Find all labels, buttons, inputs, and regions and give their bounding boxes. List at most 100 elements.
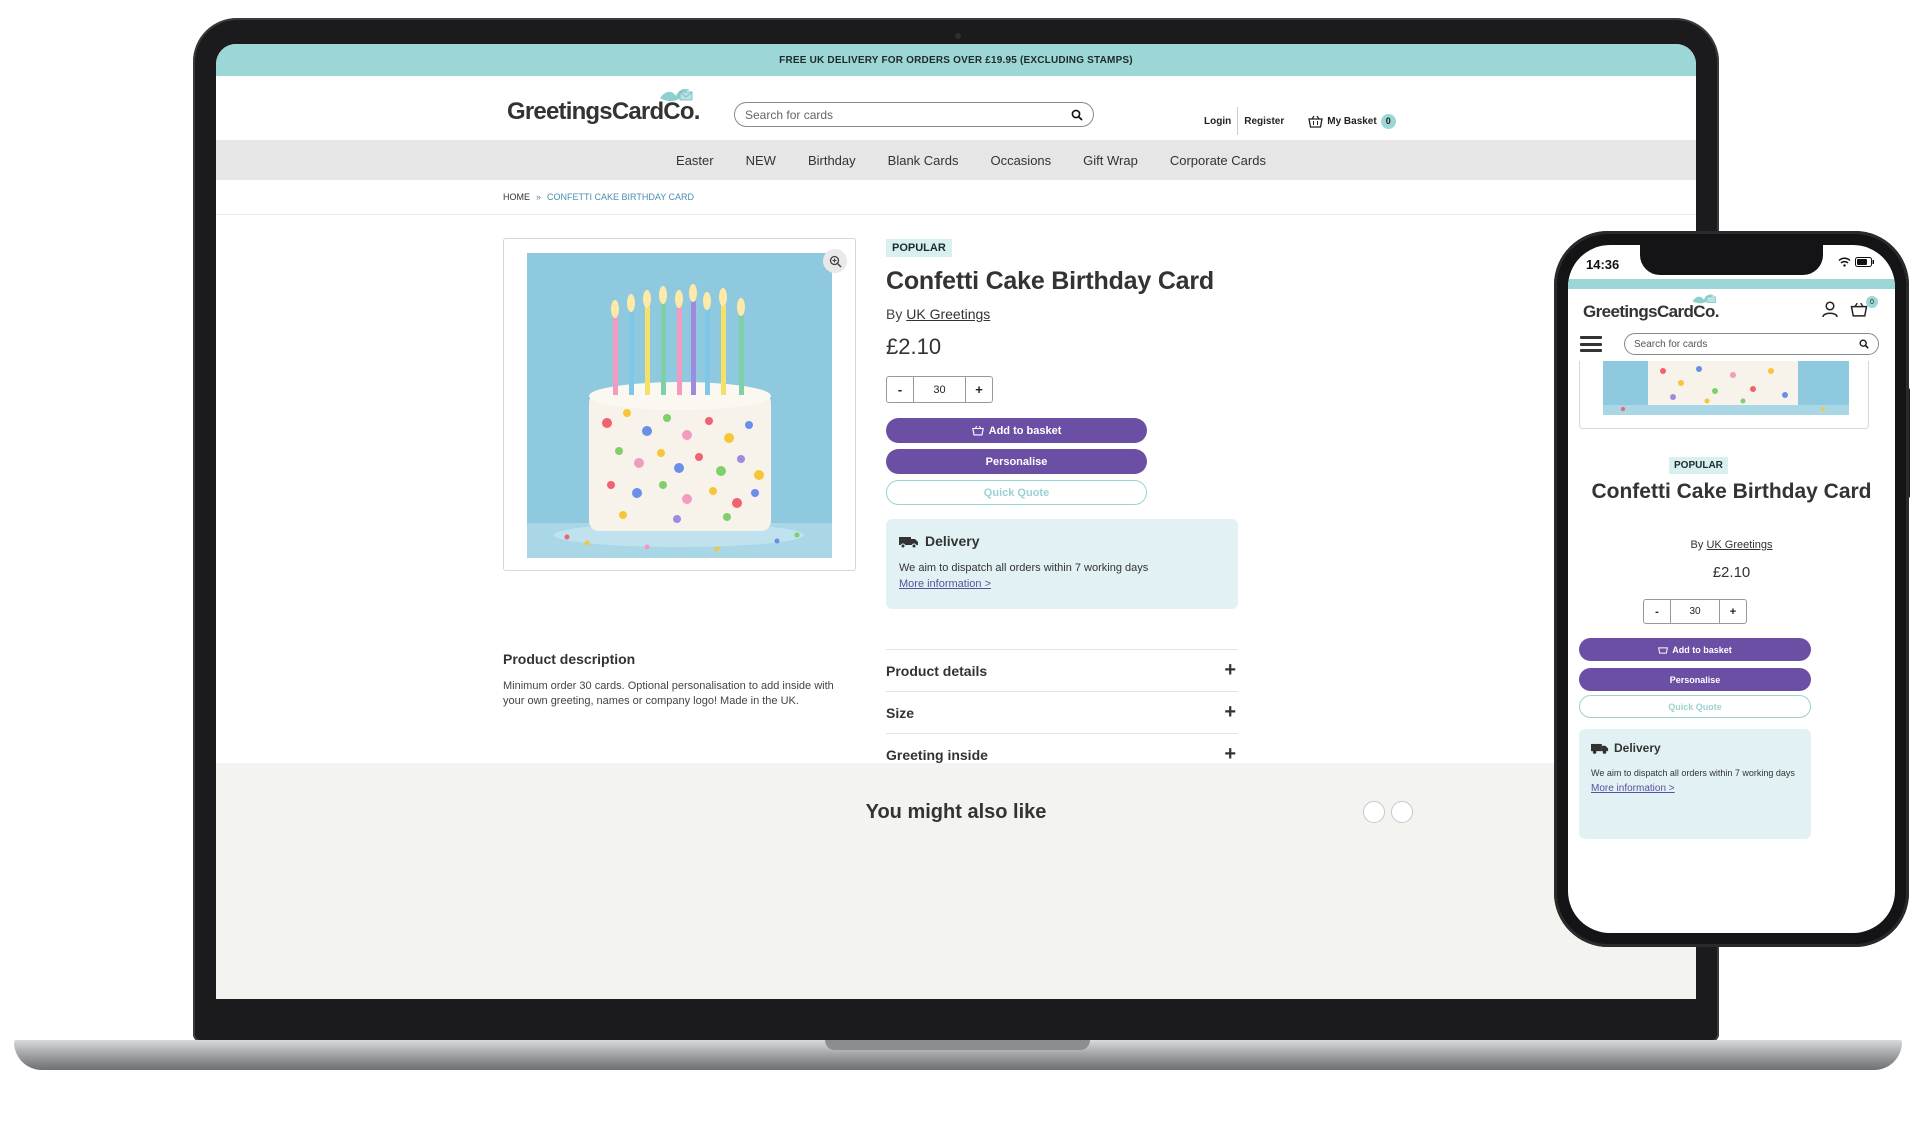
product-image[interactable]: [527, 253, 832, 558]
product-brand-line: By UK Greetings: [886, 306, 1238, 322]
by-prefix: By: [886, 306, 903, 322]
add-to-basket-label: Add to basket: [1672, 644, 1732, 655]
search-input[interactable]: Search for cards: [734, 102, 1094, 127]
nav-item-gift-wrap[interactable]: Gift Wrap: [1083, 153, 1138, 168]
basket-icon: [1850, 302, 1868, 317]
product-title: Confetti Cake Birthday Card: [1591, 480, 1872, 503]
site-header: GreetingsCardCo. Search for cards Login …: [216, 76, 1696, 140]
user-icon[interactable]: [1822, 301, 1838, 318]
basket-link[interactable]: My Basket 0: [1308, 113, 1396, 129]
basket-label: My Basket: [1327, 115, 1377, 127]
expand-icon: +: [1224, 701, 1236, 723]
promo-bar: FREE UK DELIVERY FOR ORDERS OVER £19.95 …: [216, 44, 1696, 76]
main-nav: Easter NEW Birthday Blank Cards Occasion…: [216, 140, 1696, 180]
battery-icon: [1855, 257, 1874, 267]
menu-icon[interactable]: [1580, 336, 1602, 352]
accordion-size[interactable]: Size +: [886, 692, 1238, 734]
truck-icon: [1591, 743, 1609, 754]
quick-quote-button[interactable]: Quick Quote: [886, 480, 1147, 505]
accordion-label: Product details: [886, 662, 988, 679]
mobile-product-image[interactable]: [1603, 361, 1849, 415]
mobile-search-input[interactable]: Search for cards: [1624, 333, 1879, 355]
quantity-stepper: - 30 +: [886, 376, 993, 403]
delivery-text: We aim to dispatch all orders within 7 w…: [899, 562, 1149, 574]
expand-icon: +: [1224, 659, 1236, 681]
nav-item-easter[interactable]: Easter: [676, 153, 714, 168]
basket-icon: [1308, 115, 1324, 128]
product-image-frame: [503, 238, 856, 571]
delivery-title: Delivery: [1614, 741, 1661, 755]
nav-item-occasions[interactable]: Occasions: [990, 153, 1051, 168]
zoom-button[interactable]: [823, 249, 847, 273]
product-accordion: Product details + Size + Greeting inside…: [886, 649, 1238, 776]
product-brand-line: By UK Greetings: [1568, 539, 1895, 551]
nav-item-new[interactable]: NEW: [746, 153, 776, 168]
mobile-basket-button[interactable]: 0: [1850, 296, 1878, 322]
mobile-screen: 14:36 GreetingsCardCo. 0 Search for card…: [1568, 245, 1895, 933]
popular-badge: POPULAR: [886, 239, 952, 257]
qty-increase-button[interactable]: +: [966, 377, 992, 402]
brand-link[interactable]: UK Greetings: [1706, 539, 1772, 551]
add-to-basket-button[interactable]: Add to basket: [1579, 638, 1811, 661]
delivery-title: Delivery: [925, 533, 980, 549]
qty-decrease-button[interactable]: -: [1644, 600, 1670, 623]
qty-decrease-button[interactable]: -: [887, 377, 913, 402]
mobile-promo-strip: [1568, 279, 1895, 289]
carousel-prev-button[interactable]: [1363, 801, 1385, 823]
nav-item-corporate-cards[interactable]: Corporate Cards: [1170, 153, 1266, 168]
nav-item-blank-cards[interactable]: Blank Cards: [888, 153, 959, 168]
breadcrumb-current: CONFETTI CAKE BIRTHDAY CARD: [547, 192, 695, 202]
zoom-icon: [829, 255, 842, 268]
laptop-camera: [955, 33, 961, 39]
brand-link[interactable]: UK Greetings: [906, 306, 990, 322]
cake-illustration: [527, 253, 832, 558]
search-placeholder: Search for cards: [745, 107, 834, 122]
product-description: Product description Minimum order 30 car…: [503, 651, 853, 709]
quick-quote-button[interactable]: Quick Quote: [1579, 695, 1811, 718]
bird-logo-icon: [660, 88, 693, 101]
related-heading: You might also like: [865, 801, 1047, 823]
accordion-product-details[interactable]: Product details +: [886, 650, 1238, 692]
qty-input[interactable]: 30: [1670, 600, 1720, 623]
divider: [216, 214, 1696, 215]
related-products-section: You might also like: [216, 763, 1696, 999]
desktop-screen: FREE UK DELIVERY FOR ORDERS OVER £19.95 …: [216, 44, 1696, 999]
search-icon[interactable]: [1859, 339, 1869, 349]
basket-icon: [1658, 647, 1669, 654]
wifi-icon: [1838, 257, 1851, 267]
status-time: 14:36: [1586, 257, 1620, 272]
breadcrumb: HOME » CONFETTI CAKE BIRTHDAY CARD: [503, 192, 694, 202]
nav-item-birthday[interactable]: Birthday: [808, 153, 856, 168]
product-price: £2.10: [886, 334, 942, 359]
qty-increase-button[interactable]: +: [1720, 600, 1746, 623]
search-icon[interactable]: [1071, 109, 1083, 121]
delivery-panel: Delivery We aim to dispatch all orders w…: [886, 519, 1238, 609]
product-info: POPULAR Confetti Cake Birthday Card By U…: [886, 238, 1238, 609]
account-links: Login Register My Basket 0: [1204, 107, 1396, 135]
personalise-button[interactable]: Personalise: [886, 449, 1147, 474]
breadcrumb-home[interactable]: HOME: [503, 192, 530, 202]
login-link[interactable]: Login: [1204, 116, 1231, 127]
popular-badge: POPULAR: [1669, 457, 1728, 474]
divider: [1237, 107, 1239, 135]
add-to-basket-button[interactable]: Add to basket: [886, 418, 1147, 443]
delivery-panel: Delivery We aim to dispatch all orders w…: [1579, 729, 1811, 839]
search-placeholder: Search for cards: [1634, 338, 1708, 350]
accordion-label: Greeting inside: [886, 746, 988, 763]
more-information-link[interactable]: More information >: [1591, 783, 1799, 794]
personalise-button[interactable]: Personalise: [1579, 668, 1811, 691]
quantity-stepper: - 30 +: [1643, 599, 1747, 624]
register-link[interactable]: Register: [1244, 116, 1284, 127]
add-to-basket-label: Add to basket: [988, 424, 1062, 437]
basket-count-badge: 0: [1866, 296, 1878, 308]
bird-logo-icon: [1692, 294, 1716, 304]
basket-count-badge: 0: [1380, 113, 1396, 129]
carousel-next-button[interactable]: [1391, 801, 1413, 823]
description-heading: Product description: [503, 651, 636, 667]
by-prefix: By: [1690, 539, 1704, 551]
qty-input[interactable]: 30: [913, 377, 966, 402]
cake-illustration: [1603, 361, 1849, 415]
phone-frame: 14:36 GreetingsCardCo. 0 Search for card…: [1554, 231, 1909, 947]
more-information-link[interactable]: More information >: [899, 578, 1225, 590]
product-title: Confetti Cake Birthday Card: [886, 267, 1214, 295]
